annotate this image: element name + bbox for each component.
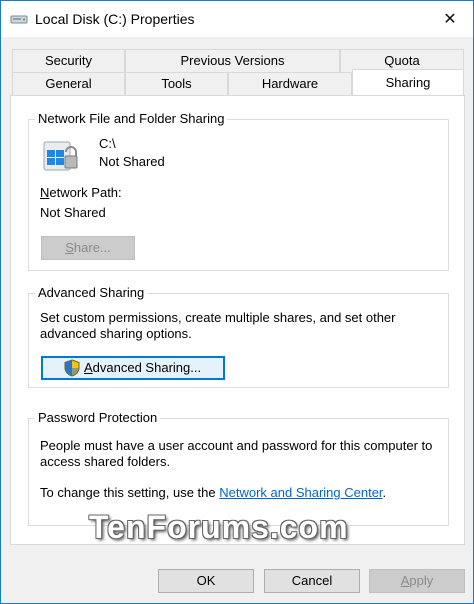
- tab-security[interactable]: Security: [12, 49, 125, 73]
- network-path-label: Network Path:: [40, 185, 122, 200]
- tab-label: Previous Versions: [180, 53, 285, 68]
- network-path-label-accel: N: [40, 185, 50, 200]
- advanced-description-line2: advanced sharing options.: [40, 326, 192, 341]
- tab-previous-versions[interactable]: Previous Versions: [125, 49, 340, 73]
- group-title: Advanced Sharing: [35, 285, 148, 300]
- cancel-button[interactable]: Cancel: [264, 569, 360, 593]
- password-text-line2: access shared folders.: [40, 454, 171, 469]
- tab-hardware[interactable]: Hardware: [228, 72, 352, 96]
- advanced-button-rest: dvanced Sharing...: [92, 360, 202, 375]
- tab-label: General: [45, 76, 92, 91]
- shared-drive-icon: [42, 138, 78, 174]
- sharing-panel: Network File and Folder Sharing C:\ Not …: [10, 95, 465, 545]
- tab-sharing[interactable]: Sharing: [352, 69, 464, 95]
- cancel-label: Cancel: [291, 573, 333, 588]
- group-title: Password Protection: [35, 410, 161, 425]
- password-change-prefix: To change this setting, use the: [40, 485, 220, 500]
- properties-window: Local Disk (C:) Properties ✕ Security Pr…: [0, 0, 474, 604]
- tab-label: Hardware: [261, 76, 319, 91]
- ok-label: OK: [196, 573, 216, 588]
- password-change-suffix: .: [382, 485, 387, 500]
- advanced-sharing-button[interactable]: Advanced Sharing...: [41, 356, 225, 380]
- network-path-label-rest: etwork Path:: [49, 185, 122, 200]
- advanced-sharing-group: Advanced Sharing Set custom permissions,…: [28, 285, 449, 388]
- drive-icon: [10, 11, 28, 25]
- uac-shield-icon: [64, 359, 80, 377]
- tab-label: Tools: [161, 76, 192, 91]
- password-change-text: To change this setting, use the Network …: [40, 485, 386, 500]
- window-title: Local Disk (C:) Properties: [35, 11, 195, 27]
- tab-label: Security: [45, 53, 92, 68]
- network-sharing-center-link[interactable]: Network and Sharing Center: [219, 485, 382, 500]
- tab-general[interactable]: General: [12, 72, 125, 96]
- tab-row-front: General Tools Hardware Sharing: [1, 69, 474, 96]
- group-title: Network File and Folder Sharing: [35, 111, 228, 126]
- close-icon[interactable]: ✕: [427, 1, 473, 37]
- share-button[interactable]: Share...: [41, 236, 135, 260]
- apply-rest: pply: [409, 573, 434, 588]
- drive-path: C:\: [99, 136, 116, 151]
- tab-tools[interactable]: Tools: [125, 72, 228, 96]
- network-sharing-group: Network File and Folder Sharing C:\ Not …: [28, 111, 449, 271]
- watermark: TenForums.com: [89, 509, 349, 545]
- share-button-accel: S: [65, 240, 74, 255]
- advanced-button-accel: A: [84, 360, 93, 375]
- password-text-line1: People must have a user account and pass…: [40, 438, 433, 453]
- title-bar[interactable]: Local Disk (C:) Properties ✕: [1, 1, 473, 37]
- share-status: Not Shared: [99, 154, 165, 169]
- ok-button[interactable]: OK: [158, 569, 254, 593]
- share-button-rest: hare...: [73, 240, 111, 255]
- advanced-description-line1: Set custom permissions, create multiple …: [40, 310, 396, 325]
- tab-label: Sharing: [385, 75, 431, 90]
- advanced-button-label: Advanced Sharing...: [84, 360, 201, 375]
- tab-label: Quota: [384, 53, 420, 68]
- apply-button[interactable]: Apply: [369, 569, 465, 593]
- network-path-value: Not Shared: [40, 205, 106, 220]
